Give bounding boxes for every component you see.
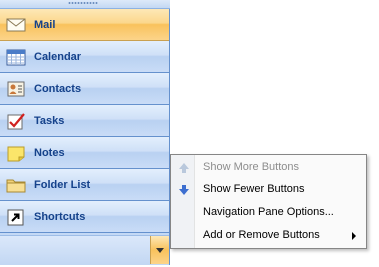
menu-item-label: Add or Remove Buttons — [203, 229, 320, 241]
configure-buttons-menu: Show More Buttons Show Fewer Buttons Nav… — [170, 154, 367, 249]
mail-icon — [6, 18, 26, 31]
nav-button-label: Shortcuts — [34, 210, 86, 223]
nav-button-contacts[interactable]: Contacts — [0, 73, 169, 105]
menu-item-show-more-buttons[interactable]: Show More Buttons — [172, 157, 365, 179]
nav-button-label: Tasks — [34, 114, 65, 127]
chevron-down-icon — [156, 248, 164, 253]
submenu-arrow-icon — [352, 232, 356, 240]
down-arrow-icon — [179, 185, 189, 195]
up-arrow-icon — [179, 163, 189, 173]
menu-item-label: Show Fewer Buttons — [203, 183, 305, 195]
navigation-pane: Mail Calendar Contacts Tasks Notes Folde… — [0, 0, 170, 265]
nav-button-label: Notes — [34, 146, 65, 159]
nav-button-mail[interactable]: Mail — [0, 9, 169, 41]
nav-button-label: Mail — [34, 18, 56, 31]
menu-item-add-or-remove-buttons[interactable]: Add or Remove Buttons — [172, 225, 365, 247]
grip-dots — [68, 2, 98, 4]
calendar-icon — [6, 49, 26, 65]
nav-button-label: Folder List — [34, 178, 91, 191]
shortcut-icon — [7, 209, 24, 225]
menu-item-show-fewer-buttons[interactable]: Show Fewer Buttons — [172, 179, 365, 201]
overflow-button-strip — [0, 235, 169, 265]
tasks-icon — [7, 112, 25, 129]
nav-button-notes[interactable]: Notes — [0, 137, 169, 169]
menu-item-label: Navigation Pane Options... — [203, 206, 334, 218]
nav-button-calendar[interactable]: Calendar — [0, 41, 169, 73]
nav-button-tasks[interactable]: Tasks — [0, 105, 169, 137]
pane-resize-grip[interactable] — [0, 0, 170, 9]
menu-item-navigation-pane-options[interactable]: Navigation Pane Options... — [172, 202, 365, 224]
nav-button-label: Calendar — [34, 50, 82, 63]
nav-button-folder-list[interactable]: Folder List — [0, 169, 169, 201]
contacts-icon — [7, 81, 25, 96]
configure-buttons-button[interactable] — [150, 236, 169, 264]
nav-button-label: Contacts — [34, 82, 82, 95]
folder-icon — [6, 179, 26, 192]
menu-item-label: Show More Buttons — [203, 161, 299, 173]
notes-icon — [7, 146, 25, 161]
nav-button-shortcuts[interactable]: Shortcuts — [0, 201, 169, 233]
